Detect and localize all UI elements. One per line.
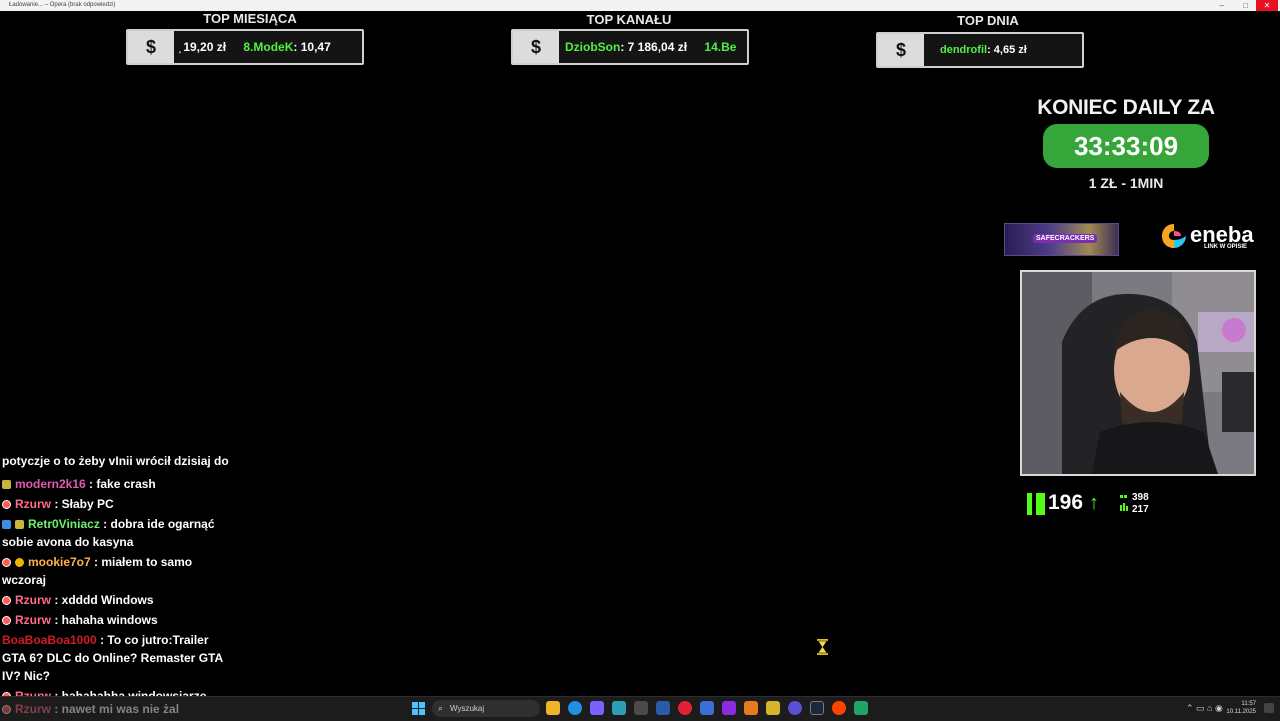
chat-last-message: Rzurw : nawet mi was nie żal <box>0 697 235 721</box>
kick-logo-icon <box>1027 493 1045 515</box>
app-icon-6[interactable] <box>744 701 758 715</box>
top-channel-title: TOP KANAŁU <box>586 12 672 27</box>
kick-stats-icon <box>1120 495 1128 511</box>
top-month-box: $ ͕ 19,20 zł 8.ModeK: 10,47 <box>126 29 364 65</box>
app-icon-2[interactable] <box>634 701 648 715</box>
chat-message: Rzurw : hahaha windows <box>2 611 234 629</box>
top-channel-box: $ DziobSon: 7 186,04 zł 14.Be <box>511 29 749 65</box>
kick-stat-a: 398 <box>1132 492 1149 503</box>
chat-message-text: : hahaha windows <box>54 613 158 627</box>
windows-taskbar: Rzurw : nawet mi was nie żal ⌕ Wyszukaj … <box>0 696 1280 721</box>
chat-badge-icon <box>2 558 11 568</box>
minimize-button[interactable]: – <box>1220 0 1224 11</box>
chat-badge-icon <box>2 480 11 490</box>
search-placeholder: Wyszukaj <box>450 704 485 713</box>
top-month-entry-value: ͕ 19,20 zł <box>180 40 227 54</box>
chat-username: modern2k16 <box>15 477 86 491</box>
webcam-image <box>1022 272 1254 474</box>
safecrackers-label: SAFECRACKERS <box>1033 234 1098 243</box>
chat-badge-icon <box>15 558 24 568</box>
edge-icon[interactable] <box>568 701 582 715</box>
app-icon-4[interactable] <box>700 701 714 715</box>
system-tray-icons[interactable]: ⌃ ▭ ⌂ ◉ <box>1186 703 1223 714</box>
chat-username: Rzurw <box>15 593 51 607</box>
chat-message: BoaBoaBoa1000 : To co jutro:Trailer GTA … <box>2 631 234 685</box>
chat-username: Rzurw <box>15 497 51 511</box>
top-channel-row: DziobSon: 7 186,04 zł 14.Be <box>565 31 736 63</box>
close-button[interactable]: ✕ <box>1256 0 1278 11</box>
countdown-timer: 33:33:09 <box>1043 124 1209 168</box>
chat-username: mookie7o7 <box>28 555 91 569</box>
chat-message-text: : xdddd Windows <box>54 593 154 607</box>
chat-message-text: : Słaby PC <box>54 497 114 511</box>
chat-message: potyczje o to żeby vInii wrócił dzisiaj … <box>2 452 234 474</box>
top-month-row: ͕ 19,20 zł 8.ModeK: 10,47 <box>180 31 331 63</box>
chat-badge-icon <box>2 705 11 715</box>
chat-username: BoaBoaBoa1000 <box>2 633 97 647</box>
chat-badge-icon <box>2 500 11 510</box>
kick-stat-b: 217 <box>1132 504 1149 515</box>
chat-username: Rzurw <box>15 702 51 716</box>
chat-badge-icon <box>2 520 11 530</box>
hourglass-icon <box>817 639 828 655</box>
kick-follower-count: 196 <box>1048 491 1084 514</box>
steam-icon[interactable] <box>810 701 824 715</box>
countdown-rate: 1 ZŁ - 1MIN <box>1088 175 1164 191</box>
app-icon-1[interactable] <box>612 701 626 715</box>
taskbar-clock[interactable]: 11:57 10.11.2025 <box>1226 700 1256 716</box>
clock-date: 10.11.2025 <box>1226 709 1256 715</box>
app-icon-8[interactable] <box>788 701 802 715</box>
teams-icon[interactable] <box>590 701 604 715</box>
taskbar-search-input[interactable]: ⌕ Wyszukaj <box>432 700 540 717</box>
maximize-button[interactable]: □ <box>1243 0 1248 11</box>
app-icon-7[interactable] <box>766 701 780 715</box>
dollar-icon: $ <box>878 34 924 66</box>
top-month-title: TOP MIESIĄCA <box>203 11 297 26</box>
top-day-title: TOP DNIA <box>957 13 1019 28</box>
chat-badge-icon <box>2 596 11 606</box>
chat-message-text: : nawet mi was nie żal <box>54 702 180 716</box>
countdown-title: KONIEC DAILY ZA <box>1037 96 1215 119</box>
top-day-box: $ dendrofil: 4,65 zł <box>876 32 1084 68</box>
top-day-row: dendrofil: 4,65 zł <box>940 34 1027 66</box>
top-month-entry-name: 8.ModeK <box>243 40 294 54</box>
top-day-entry-value: : 4,65 zł <box>987 44 1027 56</box>
app-icon-9[interactable] <box>832 701 846 715</box>
top-month-entry-value-2: : 10,47 <box>293 40 331 54</box>
app-icon-5[interactable] <box>722 701 736 715</box>
clock-time: 11:57 <box>1241 701 1256 707</box>
chat-message: Rzurw : Słaby PC <box>2 495 234 513</box>
safecrackers-banner[interactable]: SAFECRACKERS <box>1004 223 1119 256</box>
top-channel-entry-name: DziobSon <box>565 40 621 54</box>
file-explorer-icon[interactable] <box>546 701 560 715</box>
window-title: Ładowanie... – Opera (brak odpowiedzi) <box>9 2 116 8</box>
chat-message: modern2k16 : fake crash <box>2 475 234 493</box>
chat-message-text: : fake crash <box>89 477 156 491</box>
kick-up-arrow-icon: ↑ <box>1089 492 1099 514</box>
eneba-subtitle: LINK W OPISIE <box>1204 244 1248 250</box>
chat-badge-icon <box>2 616 11 626</box>
chat-message: Retr0Viniacz : dobra ide ogarnąć sobie a… <box>2 515 234 551</box>
windows-start-icon[interactable] <box>412 702 425 715</box>
browser-titlebar: Ładowanie... – Opera (brak odpowiedzi) –… <box>0 0 1280 11</box>
eneba-logo-icon <box>1162 224 1186 248</box>
dollar-icon: $ <box>128 31 174 63</box>
chat-message-text: potyczje o to żeby vInii wrócił dzisiaj … <box>2 454 229 474</box>
top-channel-entry-name-2: 14.Be <box>704 40 737 54</box>
chat-message: mookie7o7 : miałem to samo wczoraj <box>2 553 234 589</box>
dollar-icon: $ <box>513 31 559 63</box>
notification-icon[interactable] <box>1264 703 1274 713</box>
search-icon: ⌕ <box>438 703 444 713</box>
chat-username: Rzurw <box>15 613 51 627</box>
top-day-entry-name: dendrofil <box>940 44 988 56</box>
top-channel-entry-value: : 7 186,04 zł <box>620 40 688 54</box>
app-icon-10[interactable] <box>854 701 868 715</box>
chat-username: Retr0Viniacz <box>28 517 100 531</box>
opera-icon[interactable] <box>678 701 692 715</box>
webcam-feed <box>1020 270 1256 476</box>
app-icon-3[interactable] <box>656 701 670 715</box>
chat-overlay: potyczje o to żeby vInii wrócił dzisiaj … <box>2 454 234 705</box>
chat-message: Rzurw : xdddd Windows <box>2 591 234 609</box>
chat-badge-icon <box>15 520 24 530</box>
